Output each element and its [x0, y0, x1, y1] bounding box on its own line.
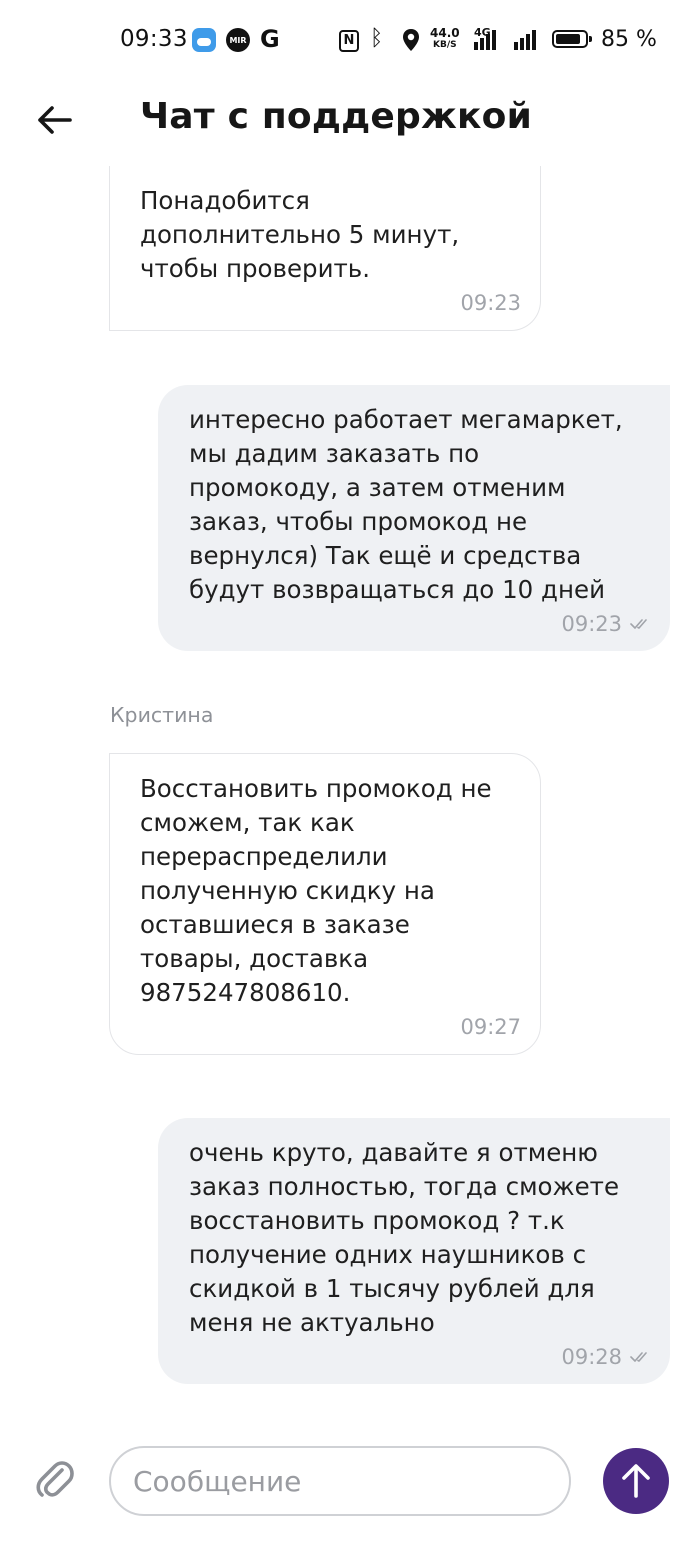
- battery-icon: [552, 30, 592, 48]
- message-text: интересно работает мегамаркет, мы дадим …: [189, 405, 623, 604]
- network-speed: 44.0 KB/S: [430, 27, 460, 51]
- arrow-left-icon: [38, 106, 72, 134]
- network-speed-unit: KB/S: [433, 40, 457, 50]
- signal-icon-2: [514, 30, 536, 50]
- double-check-icon: [630, 619, 647, 629]
- signal-icon: [474, 30, 496, 50]
- network-speed-value: 44.0: [430, 26, 460, 40]
- message-meta: 09:23: [189, 611, 652, 637]
- message-time: 09:23: [460, 291, 521, 315]
- location-icon: [403, 29, 419, 51]
- bluetooth-icon: ᛒ: [370, 26, 384, 51]
- chat-messages[interactable]: Понадобится дополнительно 5 минут, чтобы…: [0, 166, 700, 1428]
- message-meta: 09:28: [189, 1344, 652, 1370]
- google-icon: G: [260, 25, 280, 53]
- double-check-icon: [630, 1352, 647, 1362]
- weather-icon: [192, 28, 216, 52]
- sender-name: Кристина: [110, 703, 214, 727]
- message-text: Понадобится дополнительно 5 минут, чтобы…: [140, 186, 460, 283]
- message-meta: 09:23: [140, 290, 521, 316]
- send-button[interactable]: [603, 1448, 669, 1514]
- attach-button[interactable]: [28, 1448, 80, 1508]
- message-composer: [0, 1428, 700, 1563]
- paperclip-icon: [36, 1461, 74, 1497]
- message-time: 09:28: [561, 1345, 622, 1369]
- message-input[interactable]: [109, 1446, 571, 1516]
- message-text: Восстановить промокод не сможем, так как…: [140, 774, 492, 1007]
- message-meta: 09:27: [140, 1014, 521, 1040]
- message-incoming[interactable]: Восстановить промокод не сможем, так как…: [109, 753, 541, 1055]
- message-incoming[interactable]: Понадобится дополнительно 5 минут, чтобы…: [109, 166, 541, 331]
- header: Чат с поддержкой: [0, 80, 700, 166]
- message-text: очень круто, давайте я отменю заказ полн…: [189, 1138, 620, 1337]
- back-button[interactable]: [28, 94, 80, 146]
- page-title: Чат с поддержкой: [140, 96, 533, 137]
- mir-icon: MIR: [226, 28, 250, 52]
- status-bar: 09:33 MIR G N ᛒ 44.0 KB/S 4G 85 %: [0, 0, 700, 80]
- message-time: 09:27: [460, 1015, 521, 1039]
- nfc-icon: N: [339, 30, 359, 52]
- message-outgoing[interactable]: очень круто, давайте я отменю заказ полн…: [158, 1118, 670, 1384]
- arrow-up-icon: [622, 1464, 650, 1498]
- battery-percent: 85 %: [601, 27, 657, 52]
- status-time: 09:33: [120, 26, 188, 52]
- message-outgoing[interactable]: интересно работает мегамаркет, мы дадим …: [158, 385, 670, 651]
- message-time: 09:23: [561, 612, 622, 636]
